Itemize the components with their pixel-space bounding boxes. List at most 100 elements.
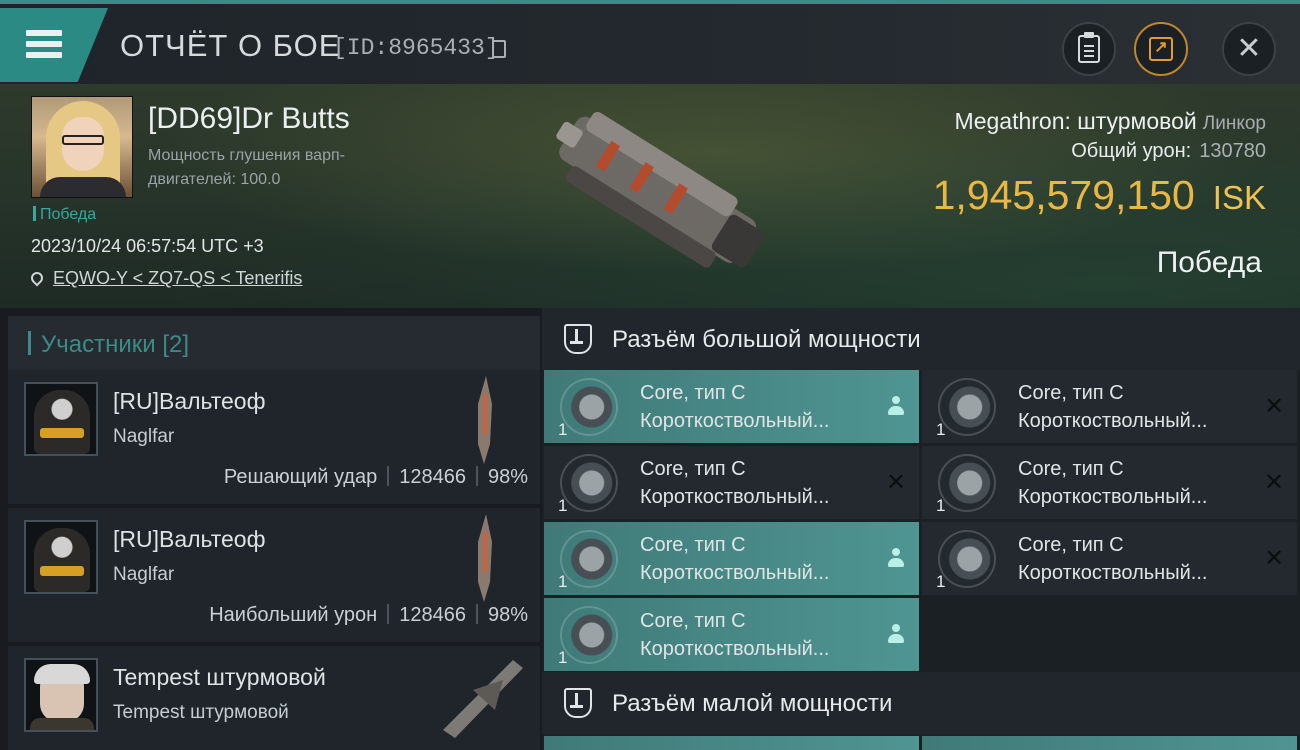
participants-title: Участники [2] <box>28 331 189 359</box>
module-name: Core, тип C <box>1018 534 1124 556</box>
high-slot-header: Разъём большой мощности <box>542 308 1300 370</box>
module-count: 1 <box>936 420 946 439</box>
module-slot[interactable]: 1 Core, тип C Коротк­оствольный... ✕ <box>922 446 1297 519</box>
victim-name[interactable]: [DD69]Dr Butts <box>148 102 350 136</box>
participant-avatar[interactable] <box>24 658 98 732</box>
module-count: 1 <box>936 496 946 515</box>
isk-amount: 1,945,579,150 <box>932 172 1195 218</box>
victim-ship: Megathron: штурмовой Линкор <box>955 108 1266 135</box>
high-slot-title: Разъём большой мощности <box>612 326 921 353</box>
module-count: 1 <box>558 648 568 667</box>
module-icon <box>560 530 618 588</box>
result-tag: Победа <box>33 206 96 224</box>
participant-role: Наибольший урон <box>209 604 378 626</box>
isk-value: 1,945,579,150 ISK <box>933 172 1266 219</box>
module-count: 1 <box>558 420 568 439</box>
participant-ship-icon <box>478 376 492 464</box>
module-name: Core, тип C <box>640 458 746 480</box>
total-damage-value: 130780 <box>1199 140 1266 162</box>
victim-ship-class: Линкор <box>1202 113 1266 134</box>
high-slot-icon <box>564 324 592 354</box>
participant-row[interactable]: Tempest штурмовой Tempest штурмовой <box>8 646 540 750</box>
destroyed-x-icon: ✕ <box>1263 393 1285 420</box>
location-pin-icon <box>28 269 46 287</box>
victim-ship-name: Megathron: штурмовой <box>954 108 1197 134</box>
module-type: Коротк­оствольный... <box>640 486 830 508</box>
location-text[interactable]: EQWO-Y < ZQ7-QS < Tenerifis <box>53 268 302 288</box>
participant-avatar[interactable] <box>24 382 98 456</box>
module-count: 1 <box>558 496 568 515</box>
low-slot-title: Разъём малой мощности <box>612 690 893 717</box>
clipboard-icon <box>1078 32 1100 63</box>
module-type: Коротк­оствольный... <box>1018 562 1208 584</box>
module-slot[interactable]: 1 Core, тип C Коротк­оствольный... ✕ <box>544 446 919 519</box>
participant-ship: Naglfar <box>113 564 175 585</box>
module-count: 1 <box>936 572 946 591</box>
destroyed-x-icon: ✕ <box>1263 469 1285 496</box>
module-slot[interactable]: 1 Core, тип C Коротк­оствольный... ✕ <box>922 370 1297 443</box>
share-button[interactable]: ↗ <box>1134 22 1188 76</box>
menu-icon-bar <box>26 52 62 58</box>
participant-stats: Наибольший урон 128466 98% <box>209 604 528 627</box>
close-icon: ✕ <box>1236 32 1262 65</box>
module-slot[interactable]: 1 Core, тип C Коротк­оствольный... <box>544 522 919 595</box>
participants-panel: Участники [2] [RU]Вальтеоф Naglfar Решаю… <box>0 308 542 750</box>
module-icon <box>560 606 618 664</box>
module-slot[interactable] <box>922 736 1297 750</box>
module-icon <box>560 454 618 512</box>
close-button[interactable]: ✕ <box>1222 22 1276 76</box>
participant-damage: 128466 <box>399 466 466 488</box>
location-link[interactable]: EQWO-Y < ZQ7-QS < Tenerifis <box>28 268 302 289</box>
participant-stats: Решающий удар 128466 98% <box>224 466 528 489</box>
module-name: Core, тип C <box>640 534 746 556</box>
module-icon <box>938 378 996 436</box>
isk-unit: ISK <box>1212 179 1266 216</box>
low-slot-header: Разъём малой мощности <box>542 672 1300 734</box>
warp-jam-strength: Мощность глушения варп-двигателей: 100.0 <box>148 147 345 188</box>
outcome-label: Победа <box>1156 246 1262 279</box>
report-id: [ID:8965433] <box>333 35 499 61</box>
participants-header[interactable]: Участники [2] <box>8 316 540 374</box>
participant-name: [RU]Вальтеоф <box>113 388 266 414</box>
module-slot[interactable]: 1 Core, тип C Коротк­оствольный... <box>544 598 919 671</box>
participant-avatar[interactable] <box>24 520 98 594</box>
participant-damage: 128466 <box>399 604 466 626</box>
participant-ship: Tempest штурмовой <box>113 702 289 723</box>
module-slot[interactable]: 1 Core, тип C Коротк­оствольный... ✕ <box>922 522 1297 595</box>
participant-role: Решающий удар <box>223 466 378 488</box>
participant-row[interactable]: [RU]Вальтеоф Naglfar Решающий удар 128466… <box>8 370 540 504</box>
module-slot[interactable]: 1 Core, тип C Коротк­оствольный... <box>544 370 919 443</box>
copy-icon[interactable] <box>492 40 506 58</box>
dropped-person-icon <box>885 396 907 418</box>
module-slot[interactable] <box>544 736 919 750</box>
module-icon <box>560 378 618 436</box>
low-slot-icon <box>564 688 592 718</box>
dropped-person-icon <box>885 624 907 646</box>
destroyed-x-icon: ✕ <box>1263 545 1285 572</box>
participant-ship: Naglfar <box>113 426 175 447</box>
module-count: 1 <box>558 572 568 591</box>
menu-icon-bar <box>26 41 62 47</box>
victim-portrait[interactable] <box>31 96 133 198</box>
menu-button[interactable] <box>0 8 108 82</box>
page-title: ОТЧЁТ О БОЕ <box>120 28 341 63</box>
participant-ship-icon <box>478 514 492 602</box>
module-name: Core, тип C <box>640 382 746 404</box>
menu-icon-bar <box>26 30 62 36</box>
share-icon: ↗ <box>1149 37 1173 61</box>
participant-name: Tempest штурмовой <box>113 664 326 690</box>
destroyed-x-icon: ✕ <box>885 469 907 496</box>
victim-ship-image[interactable] <box>530 94 780 299</box>
clipboard-button[interactable] <box>1062 22 1116 76</box>
module-type: Коротк­оствольный... <box>1018 486 1208 508</box>
module-type: Коротк­оствольный... <box>1018 410 1208 432</box>
kill-datetime: 2023/10/24 06:57:54 UTC +3 <box>31 236 264 256</box>
participant-ship-icon <box>443 660 523 738</box>
fitting-panel: Разъём большой мощности 1 Core, тип C Кор… <box>542 308 1300 750</box>
module-name: Core, тип C <box>640 610 746 632</box>
participant-percent: 98% <box>487 604 528 626</box>
module-type: Коротк­оствольный... <box>640 638 830 660</box>
module-name: Core, тип C <box>1018 458 1124 480</box>
participant-row[interactable]: [RU]Вальтеоф Naglfar Наибольший урон 1284… <box>8 508 540 642</box>
module-name: Core, тип C <box>1018 382 1124 404</box>
